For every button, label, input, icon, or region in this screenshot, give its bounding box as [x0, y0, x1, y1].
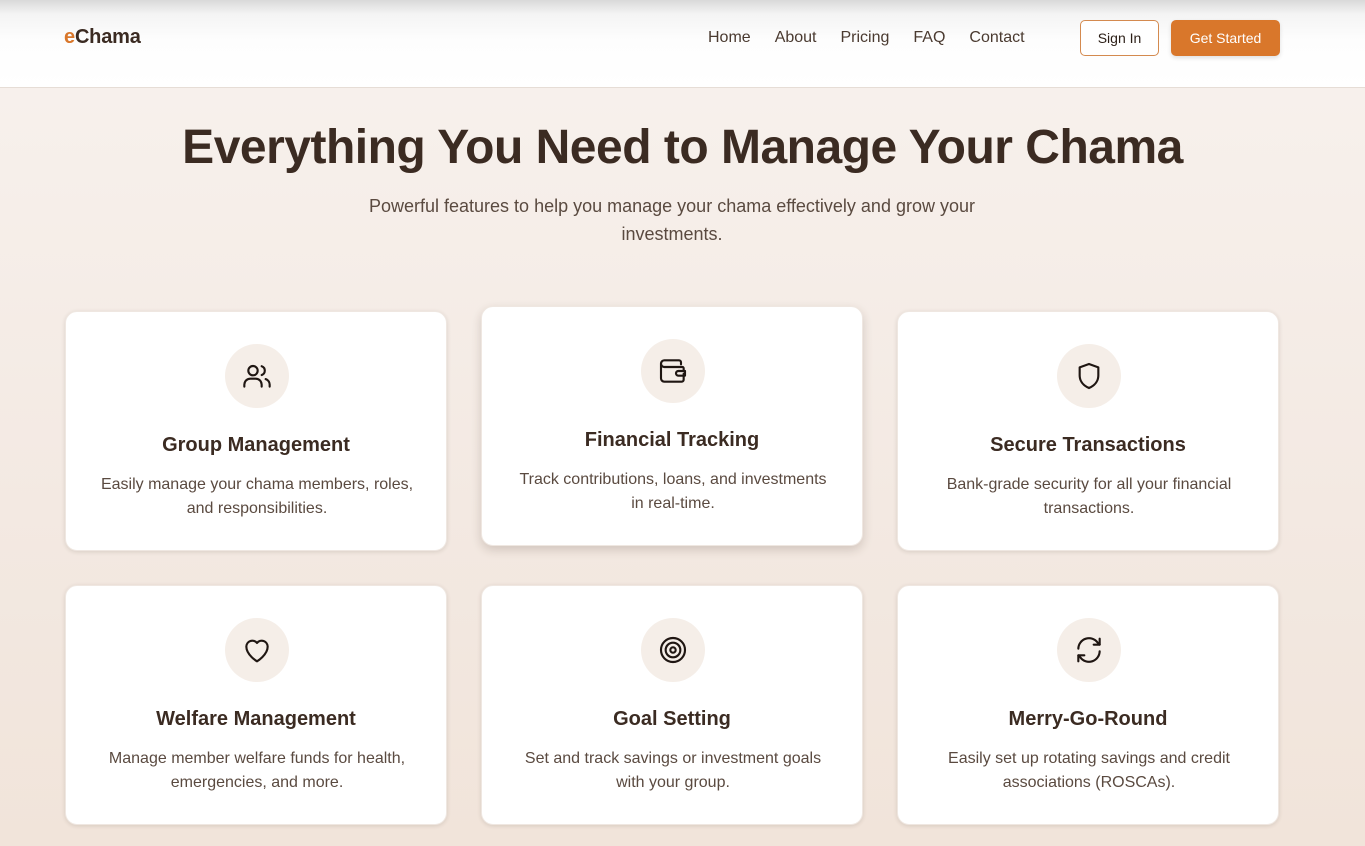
target-icon — [641, 618, 705, 682]
nav-link-faq[interactable]: FAQ — [913, 29, 945, 47]
users-icon — [225, 344, 289, 408]
feature-card-welfare-management: Welfare Management Manage member welfare… — [65, 585, 447, 825]
feature-title: Goal Setting — [613, 708, 731, 730]
refresh-icon — [1057, 618, 1121, 682]
wallet-icon — [641, 339, 705, 403]
feature-description: Track contributions, loans, and investme… — [519, 471, 827, 512]
feature-card-goal-setting: Goal Setting Set and track savings or in… — [481, 585, 863, 825]
feature-card-financial-tracking: Financial Tracking Track contributions, … — [481, 306, 863, 546]
shield-icon — [1057, 344, 1121, 408]
page-subtitle: Powerful features to help you manage you… — [368, 196, 975, 244]
feature-title: Group Management — [162, 434, 350, 456]
feature-description: Bank-grade security for all your financi… — [946, 476, 1232, 517]
feature-card-secure-transactions: Secure Transactions Bank-grade security … — [897, 311, 1279, 551]
feature-description: Easily set up rotating savings and credi… — [948, 750, 1230, 791]
get-started-button[interactable]: Get Started — [1171, 20, 1280, 56]
heart-icon — [225, 618, 289, 682]
feature-title: Welfare Management — [156, 708, 356, 730]
feature-title: Merry-Go-Round — [1008, 708, 1168, 730]
nav-link-pricing[interactable]: Pricing — [841, 29, 890, 47]
brand-logo-name: Chama — [74, 26, 141, 48]
feature-title: Financial Tracking — [584, 429, 760, 451]
nav-link-home[interactable]: Home — [708, 29, 751, 47]
feature-title: Secure Transactions — [990, 434, 1186, 456]
nav-links: Home About Pricing FAQ Contact — [708, 29, 1025, 47]
nav-link-contact[interactable]: Contact — [969, 29, 1024, 47]
nav-link-about[interactable]: About — [775, 29, 817, 47]
feature-card-group-management: Group Management Easily manage your cham… — [65, 311, 447, 551]
feature-description: Easily manage your chama members, roles,… — [100, 476, 414, 517]
sign-in-button[interactable]: Sign In — [1080, 20, 1159, 56]
brand-logo[interactable]: eChama — [64, 26, 141, 49]
brand-logo-prefix: e — [64, 26, 75, 48]
feature-card-merry-go-round: Merry-Go-Round Easily set up rotating sa… — [897, 585, 1279, 825]
feature-description: Manage member welfare funds for health, … — [108, 750, 406, 791]
navbar: eChama Home About Pricing FAQ Contact Si… — [0, 0, 1365, 88]
feature-description: Set and track savings or investment goal… — [524, 750, 822, 791]
page-title: Everything You Need to Manage Your Chama — [182, 121, 1183, 174]
